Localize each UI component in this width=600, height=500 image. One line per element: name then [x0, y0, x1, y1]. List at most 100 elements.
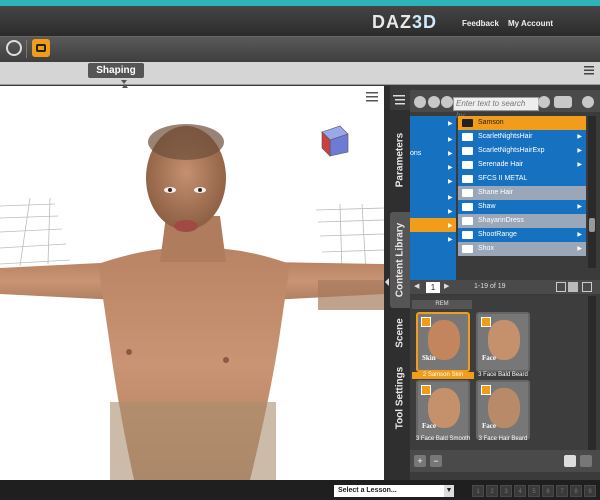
chevron-right-icon: ▶	[448, 209, 453, 215]
home-button[interactable]	[441, 96, 453, 108]
page-number-field[interactable]: 1	[426, 282, 440, 293]
viewport-top-arrow	[122, 84, 128, 88]
iris-left	[168, 188, 172, 192]
lesson-step-button[interactable]: 3	[500, 485, 512, 497]
add-icon[interactable]: +	[414, 455, 426, 467]
thumbnail-label: 3 Face Bald Beard	[478, 372, 528, 378]
toolbar-divider	[26, 40, 27, 58]
footer-menu-icon[interactable]	[580, 455, 592, 467]
floor-grid-left	[0, 197, 71, 267]
chevron-right-icon: ▶	[577, 246, 582, 252]
lesson-step-button[interactable]: 8	[570, 485, 582, 497]
remove-icon[interactable]: −	[430, 455, 442, 467]
list-item[interactable]: ShootRange ▶	[458, 228, 586, 242]
thumbnail-scrollbar[interactable]	[588, 296, 596, 450]
my-account-link[interactable]: My Account	[508, 19, 553, 28]
lesson-step-button[interactable]: 2	[486, 485, 498, 497]
chevron-down-icon[interactable]: ▼	[444, 485, 454, 497]
badge-icon	[421, 317, 431, 327]
folder-icon	[462, 161, 473, 169]
folder-icon	[462, 147, 473, 155]
list-item[interactable]: SFCS II METAL	[458, 172, 586, 186]
folder-icon	[462, 203, 473, 211]
list-item[interactable]: Shane Hair	[458, 186, 586, 200]
lesson-step-button[interactable]: 4	[514, 485, 526, 497]
list-item[interactable]: ScarletNightsHair ▶	[458, 130, 586, 144]
folder-icon	[462, 175, 473, 183]
search-options-button[interactable]	[538, 96, 550, 108]
list-view-icon[interactable]	[556, 282, 566, 292]
nipple-left	[126, 349, 132, 355]
thumbnail-face-bald-smooth[interactable]: Face	[416, 380, 470, 440]
thumbnail-label: 2 Samson Skin	[412, 372, 474, 379]
search-input[interactable]: Enter text to search by...	[453, 97, 539, 120]
menu-lines-icon[interactable]	[584, 66, 594, 75]
folder-icon	[462, 245, 473, 253]
iris-right	[198, 188, 202, 192]
lesson-step-button[interactable]: 5	[528, 485, 540, 497]
lesson-step-button[interactable]: 6	[542, 485, 554, 497]
chevron-right-icon: ▶	[577, 232, 582, 238]
thumb-size-icon[interactable]	[582, 282, 592, 292]
thumbnail-face-hair-beard[interactable]: Face	[476, 380, 530, 440]
chevron-right-icon: ▶	[448, 165, 453, 171]
list-item[interactable]: ScarletNightsHairExp ▶	[458, 144, 586, 158]
thumbnail-tag: Face	[482, 422, 496, 430]
lesson-select[interactable]: Select a Lesson...	[334, 485, 454, 497]
badge-icon	[481, 317, 491, 327]
thumbnail-samson-skin[interactable]: Skin	[416, 312, 470, 372]
back-button[interactable]	[414, 96, 426, 108]
view-dropdown[interactable]	[554, 96, 572, 108]
grid-view-icon[interactable]	[568, 282, 578, 292]
thumbnail-face-bald-beard[interactable]: Face	[476, 312, 530, 372]
folder-icon	[462, 119, 473, 127]
forward-button[interactable]	[428, 96, 440, 108]
prev-page-icon[interactable]: ◀	[414, 282, 419, 290]
list-item[interactable]: ShayarinDress	[458, 214, 586, 228]
library-scrollbar[interactable]	[588, 116, 596, 268]
feedback-link[interactable]: Feedback	[462, 19, 499, 28]
node-selection-tool-icon[interactable]	[6, 40, 22, 56]
view-cube-icon[interactable]	[316, 122, 352, 158]
logo-text-daz: DAZ	[372, 12, 412, 32]
lesson-step-button[interactable]: 1	[472, 485, 484, 497]
daz3d-logo: DAZ3D	[372, 12, 448, 34]
torso-texture-patch	[110, 402, 276, 480]
chevron-right-icon: ▶	[577, 162, 582, 168]
viewport-menu-icon[interactable]	[366, 92, 378, 102]
chevron-right-icon: ▶	[448, 195, 453, 201]
tab-tool-settings[interactable]: Tool Settings	[390, 360, 410, 436]
library-parent-column[interactable]: ons ▶ ▶ ▶ ▶ ▶ ▶ ▶ ▶ ▶	[410, 116, 456, 280]
next-page-icon[interactable]: ▶	[444, 282, 449, 290]
thumbnail-label: 3 Face Hair Beard	[478, 436, 528, 442]
folder-icon	[462, 133, 473, 141]
toolbar	[0, 36, 600, 63]
folder-icon	[462, 231, 473, 239]
list-item[interactable]: Serenade Hair ▶	[458, 158, 586, 172]
list-item[interactable]: Shox ▶	[458, 242, 586, 256]
tab-content-library[interactable]: Content Library	[390, 212, 410, 308]
list-item[interactable]: Shaw ▶	[458, 200, 586, 214]
lesson-step-button[interactable]: 7	[556, 485, 568, 497]
thumbnail-label: 3 Face Bald Smooth	[415, 436, 471, 442]
pane-menu-icon[interactable]	[393, 94, 405, 106]
tab-scene[interactable]: Scene	[390, 306, 410, 360]
page-range-label: 1-19 of 19	[474, 283, 506, 290]
folder-icon	[462, 189, 473, 197]
search-magnifier-icon[interactable]	[582, 96, 594, 108]
tab-parameters[interactable]: Parameters	[390, 112, 410, 208]
rem-label: REM	[412, 300, 472, 309]
list-item[interactable]: Samson	[458, 116, 586, 130]
camera-tool-icon[interactable]	[32, 39, 50, 57]
chevron-right-icon: ▶	[448, 151, 453, 157]
collapse-pane-arrow-icon[interactable]	[385, 278, 389, 286]
chevron-right-icon: ▶	[448, 137, 453, 143]
document-icon[interactable]	[564, 455, 576, 467]
folder-icon	[462, 217, 473, 225]
tab-shaping[interactable]: Shaping	[88, 63, 144, 78]
lesson-step-button[interactable]: 9	[584, 485, 596, 497]
library-scrollbar-thumb[interactable]	[589, 218, 595, 232]
floor-grid-right	[315, 203, 384, 273]
thumbnail-tag: Skin	[422, 354, 436, 362]
chevron-right-icon: ▶	[577, 134, 582, 140]
